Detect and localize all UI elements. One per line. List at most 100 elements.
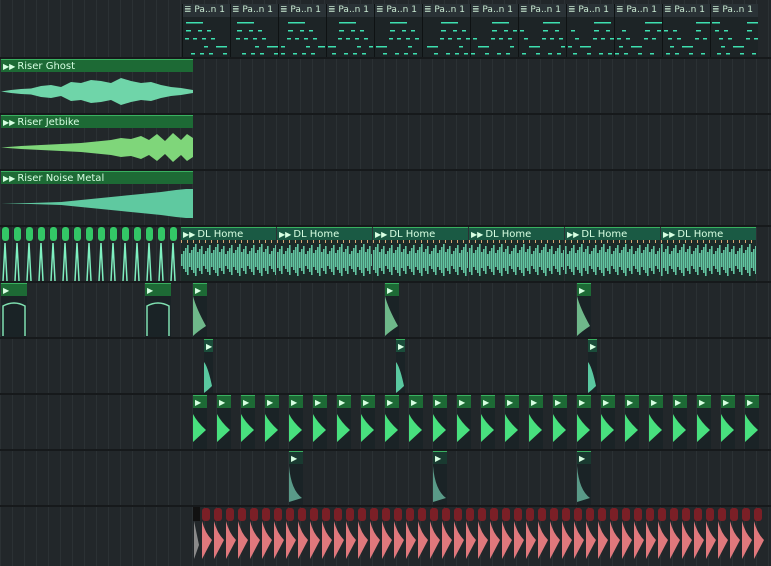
clip-header[interactable]: ▶	[433, 451, 447, 464]
clip-header[interactable]: ▶	[193, 395, 207, 408]
clip-header[interactable]: ▶	[577, 451, 591, 464]
clip-header[interactable]: ▶	[1, 283, 27, 296]
clip-header[interactable]: ▶	[385, 395, 399, 408]
kick-clip[interactable]: ▶	[505, 395, 519, 449]
clip-header[interactable]: ▶	[289, 451, 303, 464]
kick-clip[interactable]: ▶	[289, 395, 303, 449]
clip-header[interactable]: ▶▶ Riser Jetbike	[1, 115, 193, 128]
kick-clip[interactable]: ▶	[265, 395, 279, 449]
kick-clip[interactable]: ▶	[337, 395, 351, 449]
clip-header[interactable]: ▶▶ DL Home	[373, 227, 468, 240]
kick-pulse-clip[interactable]	[0, 227, 180, 281]
kick-clip[interactable]: ▶	[385, 395, 399, 449]
audio-clip-dl-home[interactable]: ▶▶ DL Home	[565, 227, 660, 281]
playlist-grid[interactable]: ≣ Pa..n 1 ≣ Pa..n 1 ≣ Pa..n 1 ≣ Pa..n 1 ≣ Pa…	[0, 0, 771, 566]
pattern-clip-header[interactable]: ≣ Pa..n 1	[375, 4, 422, 17]
clip-header[interactable]: ▶	[721, 395, 735, 408]
kick-clip[interactable]: ▶	[217, 395, 231, 449]
clip-header[interactable]: ▶	[601, 395, 615, 408]
hit-clip[interactable]: ▶	[577, 283, 591, 337]
kick-clip[interactable]: ▶	[601, 395, 615, 449]
kick-clip[interactable]: ▶	[313, 395, 327, 449]
pattern-clip[interactable]: ≣ Pa..n 1	[230, 4, 278, 57]
clip-header[interactable]: ▶	[697, 395, 711, 408]
kick-clip[interactable]: ▶	[721, 395, 735, 449]
impact-clip[interactable]: ▶	[289, 451, 303, 505]
pattern-clip[interactable]: ≣ Pa..n 1	[710, 4, 758, 57]
pattern-clip[interactable]: ≣ Pa..n 1	[662, 4, 710, 57]
pattern-clip-header[interactable]: ≣ Pa..n 1	[663, 4, 710, 17]
impact-clip[interactable]: ▶	[577, 451, 591, 505]
impact-clip[interactable]: ▶	[433, 451, 447, 505]
clip-header[interactable]: ▶	[217, 395, 231, 408]
pattern-clip-header[interactable]: ≣ Pa..n 1	[327, 4, 374, 17]
pattern-clip-header[interactable]: ≣ Pa..n 1	[231, 4, 278, 17]
fx-clip[interactable]: ▶	[204, 339, 213, 393]
clip-header[interactable]: ▶▶ DL Home	[277, 227, 372, 240]
pattern-clip[interactable]: ≣ Pa..n 1	[518, 4, 566, 57]
audio-clip-dl-home[interactable]: ▶▶ DL Home	[469, 227, 564, 281]
fx-clip[interactable]: ▶	[396, 339, 405, 393]
clip-header[interactable]: ▶	[481, 395, 495, 408]
clip-header[interactable]: ▶▶ DL Home	[661, 227, 756, 240]
clip-header[interactable]: ▶	[204, 339, 213, 352]
clip-header[interactable]: ▶	[433, 395, 447, 408]
clip-header[interactable]: ▶	[337, 395, 351, 408]
kick-clip[interactable]: ▶	[673, 395, 687, 449]
fx-clip[interactable]: ▶	[588, 339, 597, 393]
kick-clip[interactable]: ▶	[481, 395, 495, 449]
pattern-clip-header[interactable]: ≣ Pa..n 1	[711, 4, 758, 17]
kick-clip[interactable]: ▶	[553, 395, 567, 449]
clip-header[interactable]: ▶	[265, 395, 279, 408]
clip-header[interactable]: ▶	[385, 283, 399, 296]
clip-header[interactable]: ▶	[313, 395, 327, 408]
hat-clips[interactable]	[0, 507, 771, 566]
pattern-clip[interactable]: ≣ Pa..n 1	[374, 4, 422, 57]
clip-header[interactable]: ▶	[409, 395, 423, 408]
sweep-clip[interactable]: ▶	[145, 283, 171, 337]
kick-clip[interactable]: ▶	[457, 395, 471, 449]
kick-clip[interactable]: ▶	[697, 395, 711, 449]
audio-clip-dl-home[interactable]: ▶▶ DL Home	[661, 227, 756, 281]
clip-header[interactable]: ▶	[529, 395, 543, 408]
pattern-clip[interactable]: ≣ Pa..n 1	[326, 4, 374, 57]
clip-header[interactable]: ▶	[553, 395, 567, 408]
clip-header[interactable]: ▶	[396, 339, 405, 352]
hit-clip[interactable]: ▶	[385, 283, 399, 337]
pattern-clip-header[interactable]: ≣ Pa..n 1	[279, 4, 326, 17]
hit-clip[interactable]: ▶	[193, 283, 207, 337]
audio-clip-riser-ghost[interactable]: ▶▶ Riser Ghost	[1, 59, 193, 111]
pattern-clip[interactable]: ≣ Pa..n 1	[278, 4, 326, 57]
pattern-clip[interactable]: ≣ Pa..n 1	[470, 4, 518, 57]
pattern-clip-header[interactable]: ≣ Pa..n 1	[423, 4, 470, 17]
clip-header[interactable]: ▶▶ Riser Ghost	[1, 59, 193, 72]
pattern-clip-header[interactable]: ≣ Pa..n 1	[615, 4, 662, 17]
kick-clip[interactable]: ▶	[193, 395, 207, 449]
clip-header[interactable]: ▶	[289, 395, 303, 408]
audio-clip-dl-home[interactable]: ▶▶ DL Home	[373, 227, 468, 281]
clip-header[interactable]: ▶▶ DL Home	[565, 227, 660, 240]
pattern-clip-header[interactable]: ≣ Pa..n 1	[183, 4, 230, 17]
clip-header[interactable]: ▶▶ Riser Noise Metal	[1, 171, 193, 184]
kick-clip[interactable]: ▶	[577, 395, 591, 449]
clip-header[interactable]: ▶	[625, 395, 639, 408]
pattern-clip-header[interactable]: ≣ Pa..n 1	[519, 4, 566, 17]
clip-header[interactable]: ▶	[673, 395, 687, 408]
clip-header[interactable]: ▶	[577, 395, 591, 408]
kick-clip[interactable]: ▶	[409, 395, 423, 449]
clip-header[interactable]: ▶	[457, 395, 471, 408]
pattern-clip[interactable]: ≣ Pa..n 1	[182, 4, 230, 57]
kick-clip[interactable]: ▶	[241, 395, 255, 449]
audio-clip-dl-home[interactable]: ▶▶ DL Home	[277, 227, 372, 281]
clip-header[interactable]: ▶	[505, 395, 519, 408]
clip-header[interactable]: ▶	[577, 283, 591, 296]
audio-clip-dl-home[interactable]: ▶▶ DL Home	[181, 227, 276, 281]
kick-clip[interactable]: ▶	[625, 395, 639, 449]
clip-header[interactable]: ▶	[745, 395, 759, 408]
clip-header[interactable]: ▶	[588, 339, 597, 352]
audio-clip-riser-jetbike[interactable]: ▶▶ Riser Jetbike	[1, 115, 193, 167]
kick-clip[interactable]: ▶	[433, 395, 447, 449]
sweep-clip[interactable]: ▶	[1, 283, 27, 337]
clip-header[interactable]: ▶▶ DL Home	[469, 227, 564, 240]
pattern-clip[interactable]: ≣ Pa..n 1	[422, 4, 470, 57]
